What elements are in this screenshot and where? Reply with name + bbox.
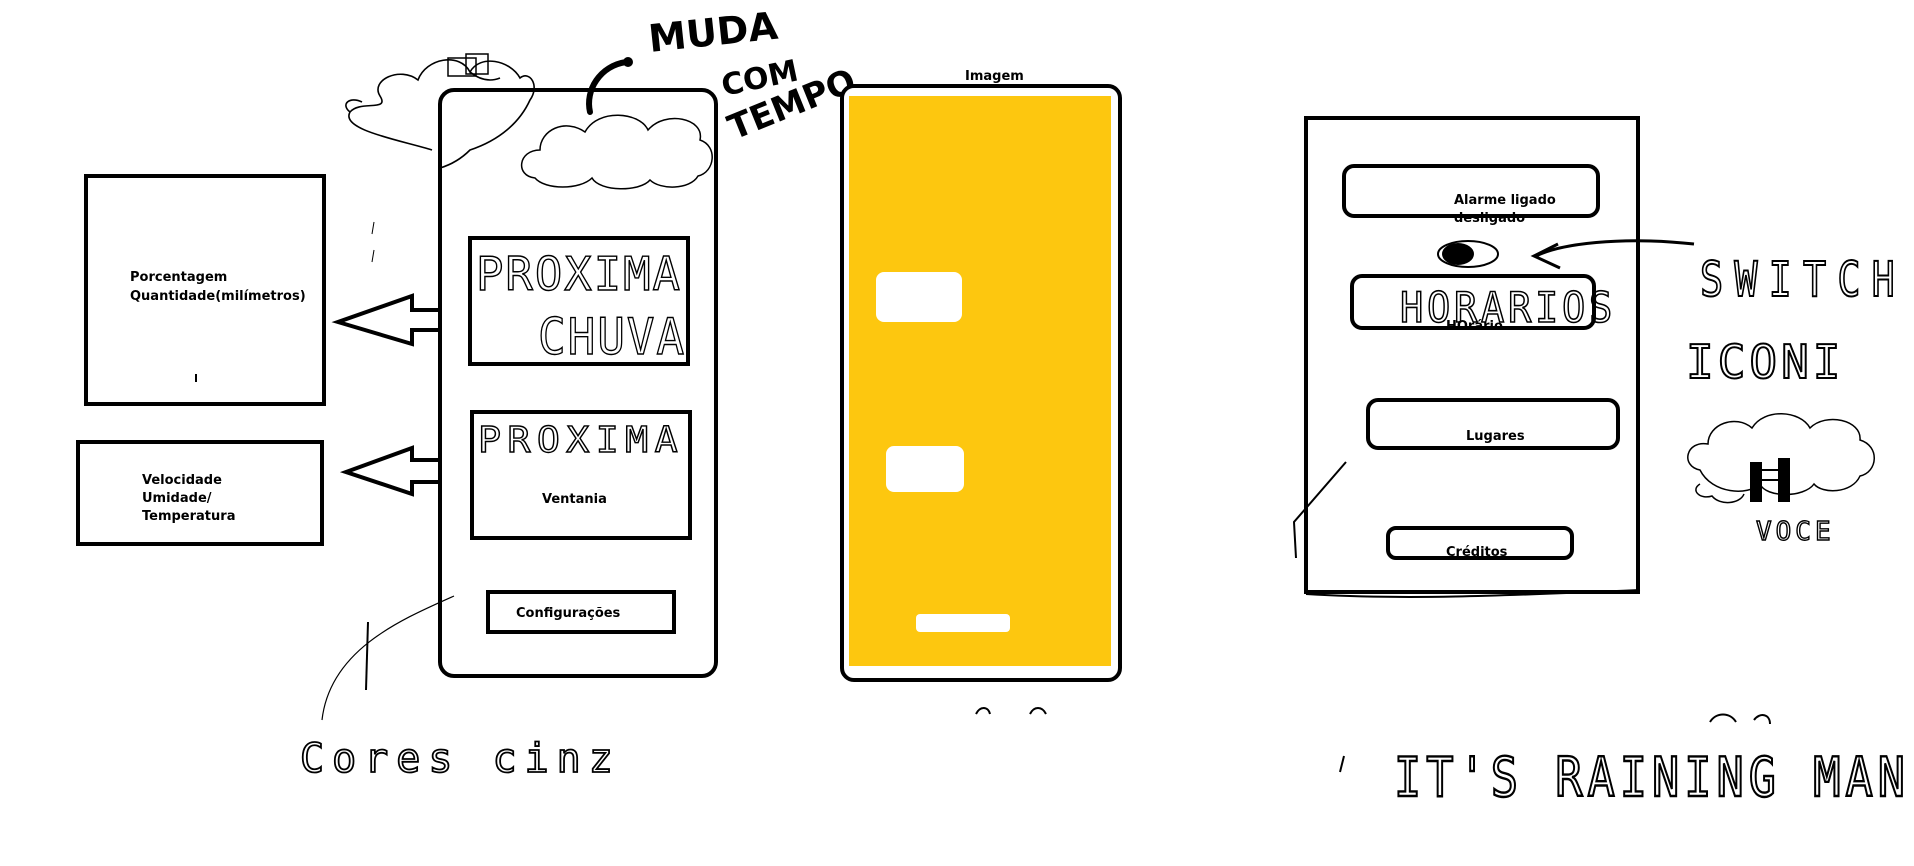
rain-info-line-2: Quantidade(milímetros) bbox=[130, 289, 306, 304]
icon-note-text: ICONI bbox=[1686, 335, 1844, 389]
alarm-label: Alarme ligado bbox=[1454, 193, 1556, 208]
next-rain-button-line-1: PROXIMA bbox=[476, 247, 682, 301]
settings-screen: Alarme ligado desligado HORARIOS HOrário… bbox=[1292, 116, 1641, 598]
icon-caption: VOCE bbox=[1756, 517, 1835, 547]
wind-info-line-2: Umidade/ bbox=[142, 491, 212, 506]
wind-info-panel: Velocidade Umidade/ Temperatura bbox=[76, 440, 324, 546]
raining-note-text: IT'S RAINING MAN bbox=[1394, 746, 1910, 809]
next-wind-button-label: Ventania bbox=[542, 492, 607, 507]
wind-info-line-1: Velocidade bbox=[142, 473, 222, 488]
places-label: Lugares bbox=[1466, 429, 1525, 444]
image-screen-button-3[interactable] bbox=[916, 614, 1010, 632]
alarm-sub-label: desligado bbox=[1454, 211, 1525, 226]
alarm-toggle-button[interactable] bbox=[1342, 164, 1600, 218]
next-wind-button-handwritten: PROXIMA bbox=[478, 420, 684, 461]
raining-note: IT'S RAINING MAN bbox=[1339, 713, 1910, 810]
rain-info-panel: Porcentagem Quantidade(milímetros) bbox=[84, 174, 326, 406]
settings-button-label: Configurações bbox=[516, 606, 621, 621]
image-screen: Imagem bbox=[840, 69, 1122, 715]
weather-note-line-1: MUDA bbox=[646, 4, 780, 61]
image-placeholder bbox=[849, 96, 1111, 666]
switch-note-text: SWITCH bbox=[1700, 252, 1906, 308]
rain-cloud-person-icon: VOCE bbox=[1687, 413, 1875, 548]
image-screen-button-1[interactable] bbox=[876, 272, 962, 322]
schedules-label: HOrário bbox=[1446, 319, 1503, 334]
image-screen-title: Imagem bbox=[965, 69, 1024, 84]
next-rain-button-line-2: CHUVA bbox=[538, 308, 686, 366]
gray-colors-note: Cores cinz bbox=[300, 736, 621, 782]
wind-info-line-3: Temperatura bbox=[142, 509, 235, 524]
credits-label: Créditos bbox=[1446, 545, 1508, 560]
wireframe-sketch: Porcentagem Quantidade(milímetros) Veloc… bbox=[76, 4, 1910, 810]
main-screen: PROXIMA CHUVA PROXIMA Ventania Configura… bbox=[321, 53, 718, 721]
rain-info-line-1: Porcentagem bbox=[130, 270, 227, 285]
image-screen-button-2[interactable] bbox=[886, 446, 964, 492]
schedules-handwritten: HORARIOS bbox=[1400, 283, 1616, 332]
